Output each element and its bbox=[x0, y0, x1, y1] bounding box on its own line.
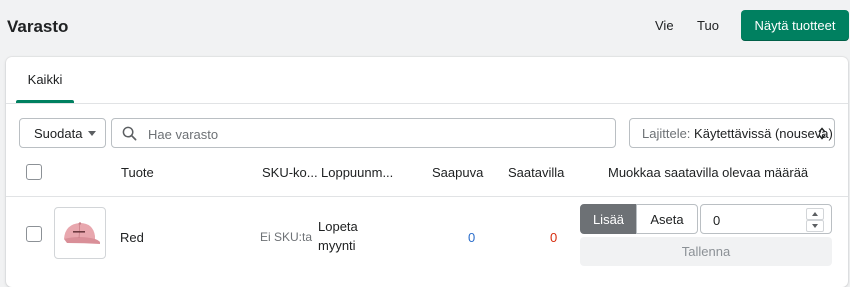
search-icon bbox=[122, 126, 137, 141]
set-quantity-button[interactable]: Aseta bbox=[636, 204, 698, 234]
select-arrows-icon bbox=[818, 127, 826, 140]
select-all-checkbox[interactable] bbox=[26, 164, 42, 180]
column-header-available: Saatavilla bbox=[508, 165, 565, 180]
available-value: 0 bbox=[550, 230, 558, 245]
row-checkbox[interactable] bbox=[26, 226, 42, 242]
discontinued-value-line-2: myynti bbox=[318, 238, 356, 253]
column-header-sku: SKU-ko... bbox=[262, 165, 318, 180]
search-input[interactable] bbox=[146, 119, 610, 149]
caret-down-icon bbox=[88, 131, 96, 136]
column-header-discontinued: Loppuunm... bbox=[321, 165, 394, 180]
product-name[interactable]: Red bbox=[120, 230, 144, 245]
show-products-button[interactable]: Näytä tuotteet bbox=[741, 10, 849, 41]
quantity-input[interactable] bbox=[711, 205, 805, 235]
sort-label: Lajittele: bbox=[642, 125, 691, 141]
row-divider bbox=[6, 196, 848, 197]
sort-select[interactable]: Lajittele: Käytettävissä (nouseva) bbox=[629, 118, 835, 148]
pink-cap-image bbox=[64, 222, 101, 244]
sort-value: Käytettävissä (nouseva) bbox=[694, 125, 833, 141]
column-header-product: Tuote bbox=[121, 165, 154, 180]
tab-all[interactable]: Kaikki bbox=[16, 57, 74, 102]
column-header-edit-quantity: Muokkaa saatavilla olevaa määrää bbox=[608, 165, 809, 180]
page-title: Varasto bbox=[7, 17, 69, 36]
chevron-up-icon bbox=[812, 212, 818, 216]
export-button[interactable]: Vie bbox=[655, 18, 674, 33]
increment-button[interactable] bbox=[806, 208, 824, 220]
tab-divider bbox=[6, 103, 848, 104]
product-thumbnail[interactable] bbox=[54, 207, 106, 259]
tab-all-label: Kaikki bbox=[27, 72, 63, 87]
quantity-stepper[interactable] bbox=[700, 204, 832, 235]
search-field[interactable] bbox=[111, 118, 616, 149]
filter-button[interactable]: Suodata bbox=[19, 118, 106, 148]
inventory-card: Kaikki Suodata Lajittele: Käytettävissä … bbox=[6, 57, 848, 287]
filter-button-label: Suodata bbox=[34, 125, 83, 141]
add-quantity-button[interactable]: Lisää bbox=[580, 204, 637, 234]
save-button[interactable]: Tallenna bbox=[580, 237, 832, 266]
import-button[interactable]: Tuo bbox=[697, 18, 719, 33]
chevron-down-icon bbox=[812, 224, 818, 228]
discontinued-value-line-1: Lopeta bbox=[318, 219, 358, 234]
decrement-button[interactable] bbox=[806, 220, 824, 232]
sku-value: Ei SKU:ta bbox=[260, 230, 313, 244]
column-header-incoming: Saapuva bbox=[432, 165, 484, 180]
incoming-value[interactable]: 0 bbox=[468, 230, 475, 245]
